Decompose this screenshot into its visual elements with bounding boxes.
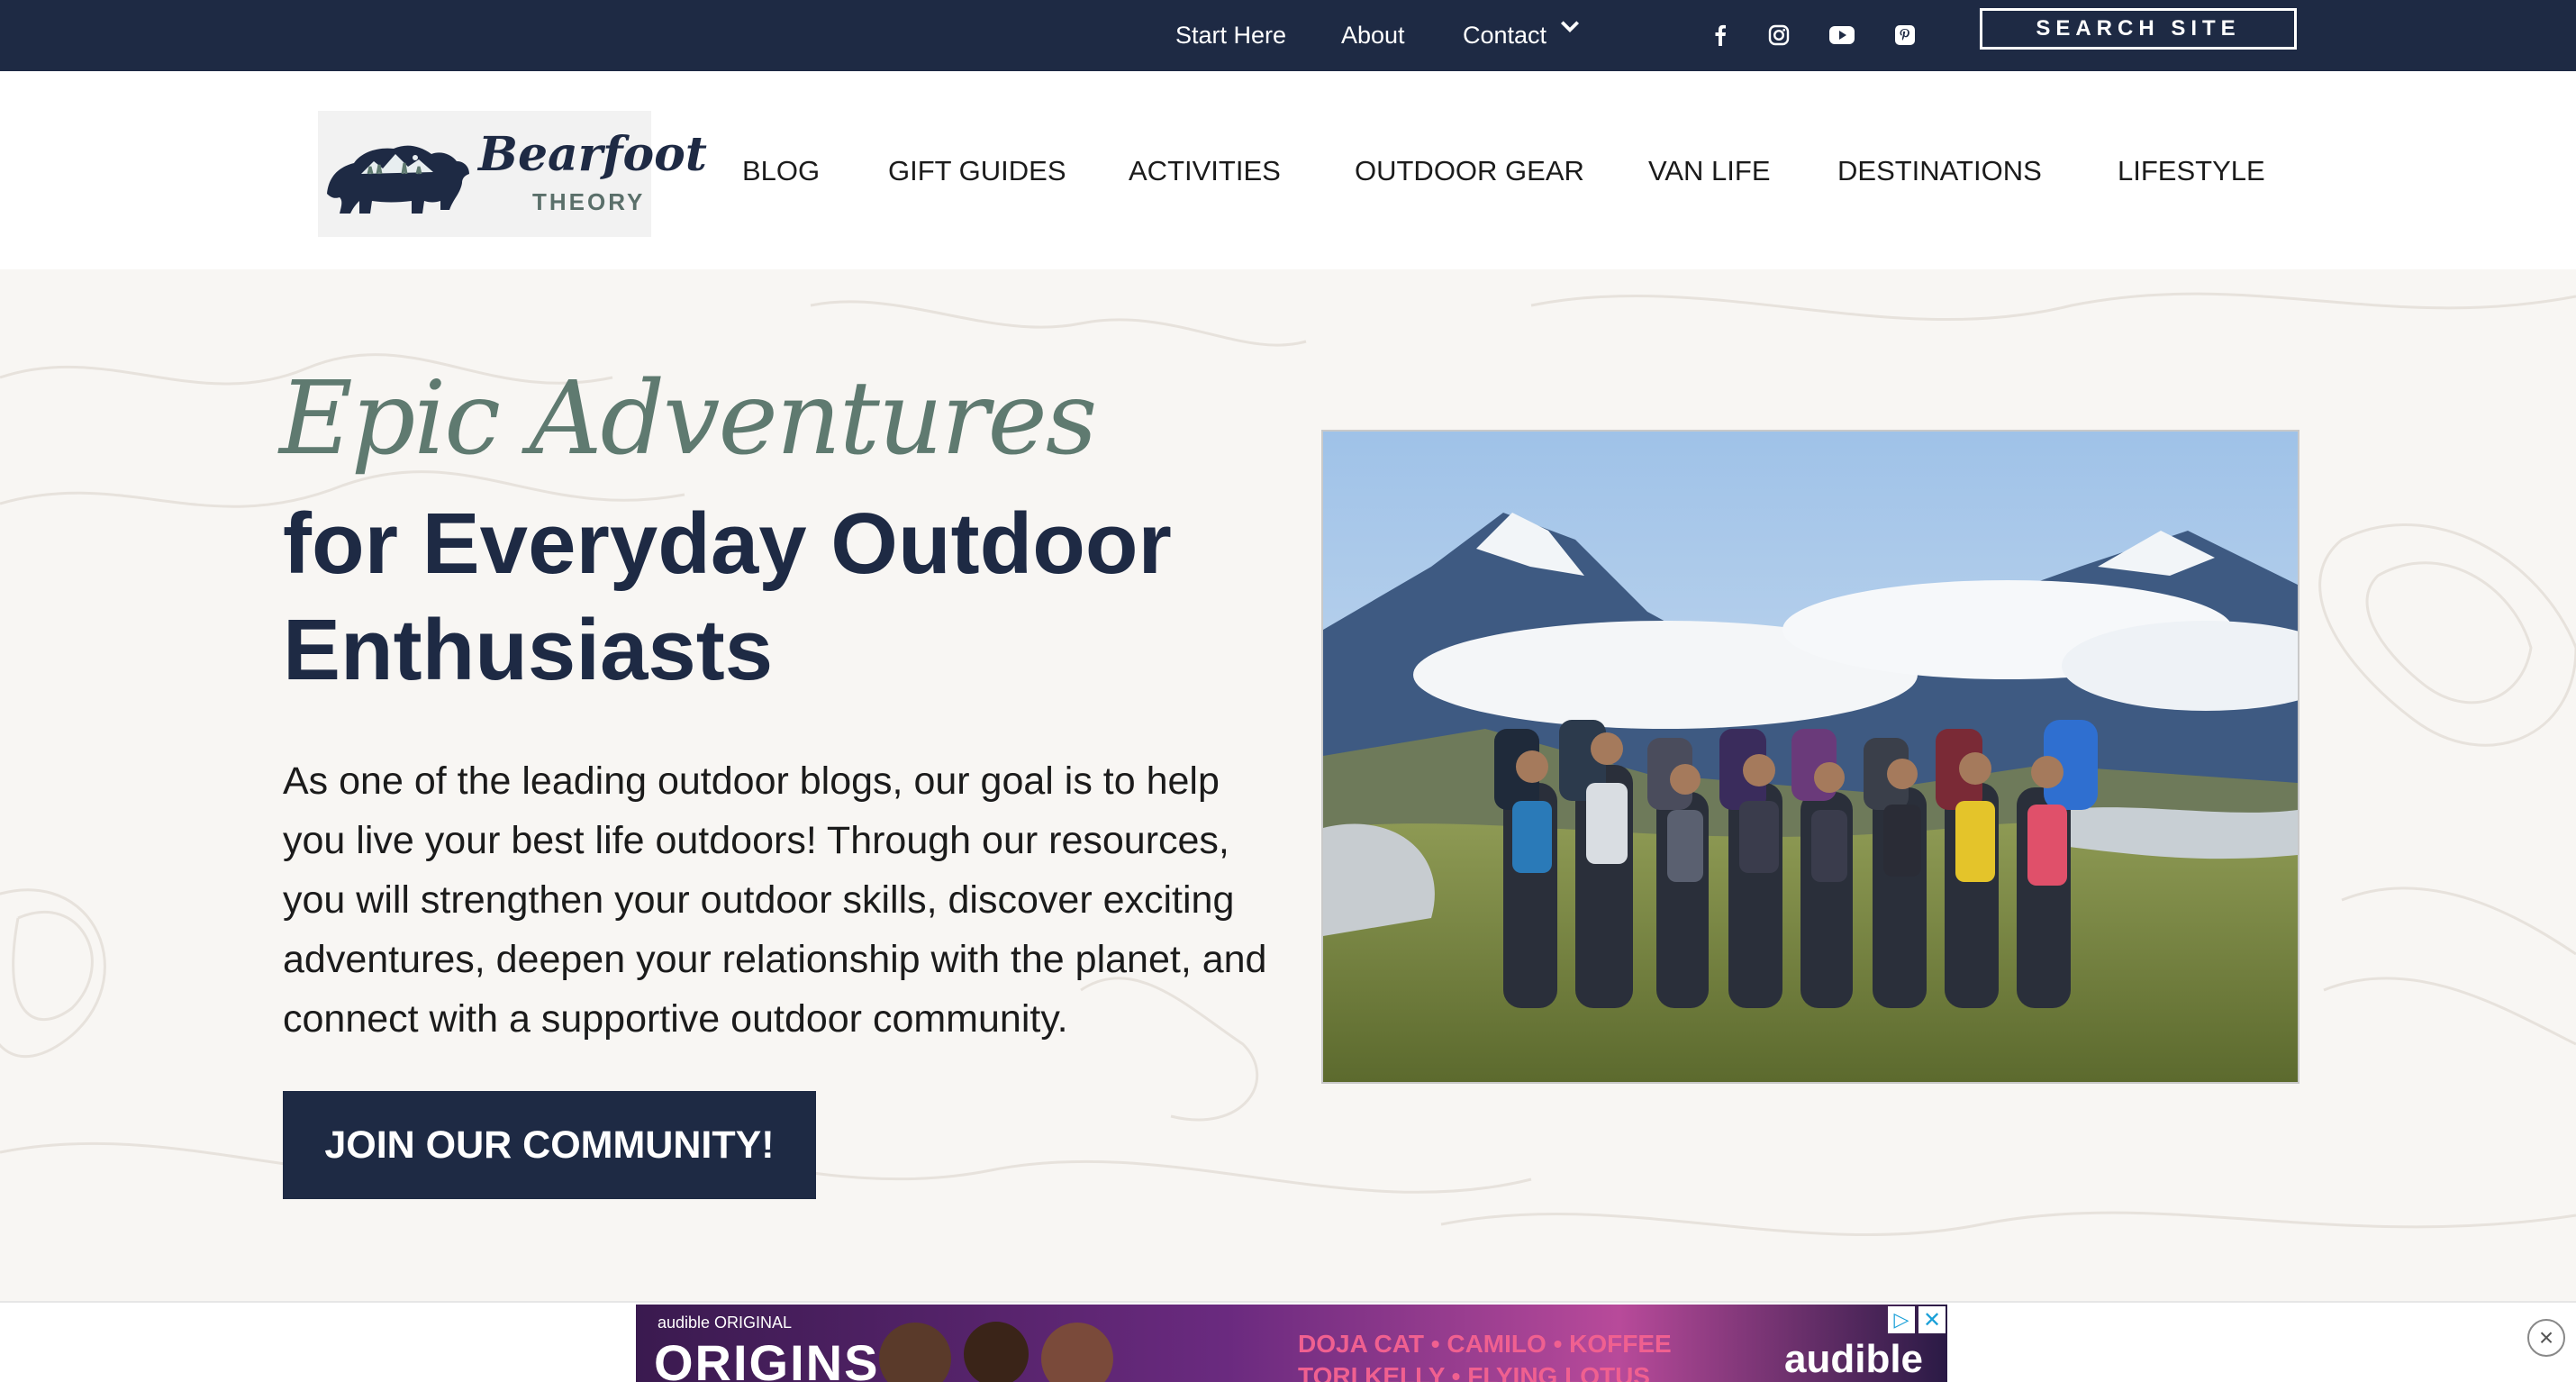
bear-logo-icon: [327, 145, 469, 214]
hero-body-text: As one of the leading outdoor blogs, our…: [283, 759, 1267, 1041]
youtube-icon[interactable]: [1827, 20, 1857, 50]
ad-artists-line-1: DOJA CAT • CAMILO • KOFFEE: [1298, 1330, 1672, 1358]
adchoices-icon[interactable]: ▷: [1888, 1306, 1915, 1333]
instagram-icon[interactable]: [1764, 20, 1794, 50]
nav-link-contact[interactable]: Contact: [1463, 22, 1547, 50]
ad-close-icon[interactable]: ✕: [1918, 1306, 1946, 1333]
logo-subtitle: THEORY: [532, 188, 646, 215]
search-site-button[interactable]: SEARCH SITE: [1980, 8, 2297, 50]
ad-title: ORIGINS: [654, 1334, 880, 1382]
nav-item-destinations[interactable]: DESTINATIONS: [1837, 155, 2042, 187]
nav-item-outdoor-gear[interactable]: OUTDOOR GEAR: [1355, 155, 1584, 187]
hero-headline: for Everyday Outdoor Enthusiasts: [283, 496, 1172, 698]
hero-photo: [1321, 430, 2299, 1084]
hero-script-title: Epic Adventures: [279, 360, 1097, 477]
nav-item-van-life[interactable]: VAN LIFE: [1648, 155, 1771, 187]
pinterest-icon[interactable]: [1890, 20, 1920, 50]
ad-portraits: [879, 1322, 1113, 1382]
site-logo[interactable]: Bearfoot THEORY: [318, 111, 707, 237]
chevron-down-icon[interactable]: [1558, 14, 1582, 44]
facebook-icon[interactable]: [1705, 20, 1736, 50]
nav-item-gift-guides[interactable]: GIFT GUIDES: [888, 155, 1066, 187]
nav-item-blog[interactable]: BLOG: [742, 155, 820, 187]
join-community-button[interactable]: JOIN OUR COMMUNITY!: [283, 1091, 816, 1199]
nav-item-lifestyle[interactable]: LIFESTYLE: [2118, 155, 2265, 187]
top-utility-bar: Start Here About Contact SEARCH SITE: [0, 0, 2576, 71]
dismiss-ad-icon[interactable]: ×: [2527, 1319, 2565, 1357]
nav-link-start-here[interactable]: Start Here: [1175, 22, 1286, 50]
logo-wordmark: Bearfoot: [478, 127, 707, 182]
audible-ad-banner[interactable]: audible ORIGINAL ORIGINS DOJA CAT • CAMI…: [636, 1305, 1947, 1382]
ad-artists-line-2: TORI KELLY • FLYING LOTUS: [1298, 1362, 1650, 1382]
nav-item-activities[interactable]: ACTIVITIES: [1129, 155, 1281, 187]
ad-small-label: audible ORIGINAL: [658, 1314, 793, 1332]
nav-link-about[interactable]: About: [1341, 22, 1405, 50]
ad-brand: audible: [1784, 1337, 1924, 1381]
